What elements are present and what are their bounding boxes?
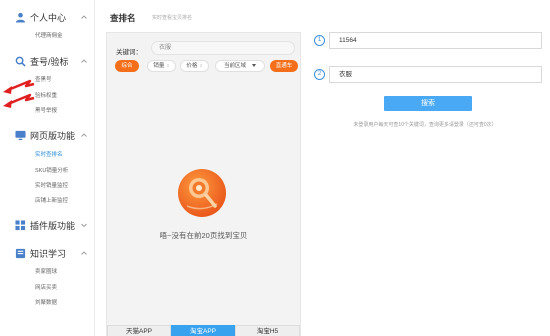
red-arrows-icon [3, 79, 35, 108]
step-number-badge: 2 [314, 69, 325, 80]
sidebar-group-plugin: 插件版功能 [0, 218, 95, 232]
caret-down-icon [252, 64, 256, 68]
sidebar-group-personal: 个人中心 代理商佣金 [0, 10, 95, 39]
phone-keyword-input[interactable]: 衣服 [151, 41, 295, 55]
sidebar-group-learn: 知识学习 卖家圈球 网店买卖 刘聚数据 [0, 246, 95, 306]
search-button[interactable]: 搜索 [384, 96, 472, 111]
chevron-up-icon [81, 59, 87, 63]
page-subtitle: 实时查看宝贝排名 [152, 15, 193, 21]
empty-result-icon [178, 169, 226, 217]
tab-tmall-app[interactable]: 天猫APP [107, 325, 171, 336]
empty-result-message: 唔~没有在前20页找到宝贝 [159, 231, 248, 240]
filter-sales[interactable]: 销量 ⇕ [147, 60, 176, 72]
page-title: 查排名 [110, 13, 136, 23]
keyword-label: 关键词： [116, 49, 142, 56]
sidebar-item-new-monitor[interactable]: 店铺上新监控 [35, 196, 68, 204]
chevron-up-icon [81, 15, 87, 19]
filter-bar: 综合 销量 ⇕ 价格 ⇕ 当前区域 直通车 [112, 60, 298, 72]
plugin-icon [15, 219, 26, 230]
filter-overall[interactable]: 综合 [115, 60, 139, 72]
sidebar-item-circle[interactable]: 卖家圈球 [35, 267, 57, 275]
step-number-badge: 1 [314, 35, 325, 46]
app-window: 个人中心 代理商佣金 查号/验标 查黑号 验标权重 黑号举报 网页版功能 实时查… [0, 0, 550, 336]
sidebar-group-title: 个人中心 [30, 12, 67, 23]
filter-region[interactable]: 当前区域 [215, 60, 265, 72]
sidebar-item-sales-monitor[interactable]: 实时销量监控 [35, 181, 68, 189]
sidebar-group-header[interactable]: 个人中心 [0, 10, 95, 24]
sidebar-group-title: 插件版功能 [30, 220, 76, 231]
sidebar-group-title: 网页版功能 [30, 130, 76, 141]
app-tab-bar: 天猫APP 淘宝APP 淘宝H5 [107, 325, 300, 336]
filter-express[interactable]: 直通车 [270, 60, 298, 72]
item-id-input[interactable]: 11564 [329, 32, 542, 49]
user-icon [15, 12, 26, 23]
tab-taobao-app[interactable]: 淘宝APP [171, 325, 235, 336]
search-icon [15, 56, 26, 67]
sidebar-item-sku[interactable]: SKU销量分析 [35, 166, 68, 174]
chevron-down-icon [81, 223, 87, 228]
sidebar-group-title: 查号/验标 [30, 56, 69, 67]
chevron-up-icon [81, 251, 87, 255]
sidebar-group-header[interactable]: 知识学习 [0, 246, 95, 260]
sort-icon: ⇕ [166, 63, 170, 68]
filter-price[interactable]: 价格 ⇕ [180, 60, 209, 72]
sidebar-group-check: 查号/验标 查黑号 验标权重 黑号举报 [0, 54, 95, 114]
sidebar: 个人中心 代理商佣金 查号/验标 查黑号 验标权重 黑号举报 网页版功能 实时查… [0, 0, 95, 336]
monitor-icon [15, 130, 26, 140]
sidebar-item-shop-trade[interactable]: 网店买卖 [35, 283, 57, 291]
sort-icon: ⇕ [199, 63, 203, 68]
sidebar-group-title: 知识学习 [30, 248, 67, 259]
phone-preview: 关键词： 衣服 综合 销量 ⇕ 价格 ⇕ 当前区域 直通车 唔~没有在前20页找到宝… [106, 32, 301, 336]
book-icon [15, 248, 26, 258]
sidebar-group-header[interactable]: 插件版功能 [0, 218, 95, 232]
sidebar-group-header[interactable]: 查号/验标 [0, 54, 95, 68]
sidebar-item-commission[interactable]: 代理商佣金 [35, 31, 63, 39]
sidebar-group-header[interactable]: 网页版功能 [0, 128, 95, 142]
sidebar-group-web: 网页版功能 实时查排名 SKU销量分析 实时销量监控 店铺上新监控 [0, 128, 95, 204]
sidebar-item-data[interactable]: 刘聚数据 [35, 298, 57, 306]
login-notice: 未登录用户每天可查10个关键词，查询更多请登录（还可查0次） [353, 122, 497, 128]
keyword-input[interactable]: 衣服 [329, 66, 542, 83]
tab-taobao-h5[interactable]: 淘宝H5 [235, 325, 300, 336]
sidebar-item-rank[interactable]: 实时查排名 [35, 150, 63, 158]
chevron-up-icon [81, 133, 87, 137]
